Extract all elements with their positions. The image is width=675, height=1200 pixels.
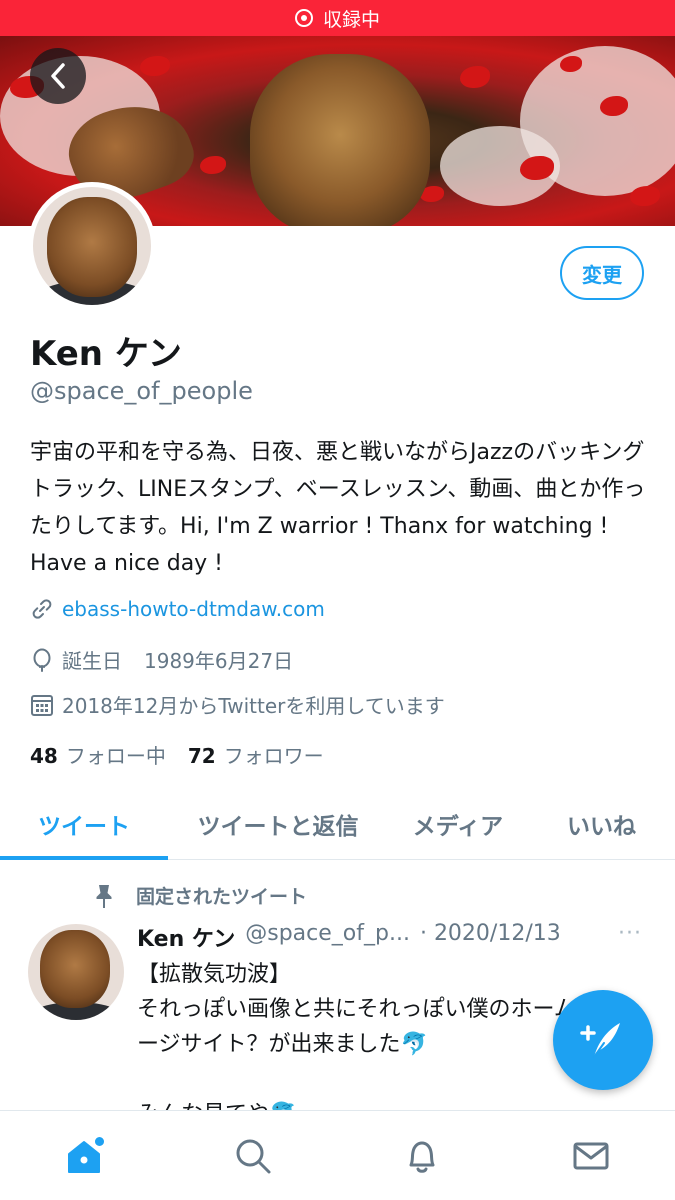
chevron-left-icon (51, 63, 65, 89)
nav-search[interactable] (169, 1111, 338, 1200)
tweet-header: Ken ケン @space_of_p... · 2020/12/13 (137, 921, 561, 953)
website-row: ebass-howto-dtmdaw.com (30, 597, 325, 621)
nav-home-dot (95, 1137, 104, 1146)
tab-tweets[interactable]: ツイート (0, 790, 168, 860)
following-count: 48 (30, 744, 58, 768)
pinned-label: 固定されたツイート (136, 886, 308, 908)
link-icon (30, 597, 54, 621)
tweet-date: · 2020/12/13 (419, 921, 561, 946)
compose-tweet-button[interactable] (553, 990, 653, 1090)
joined-row: 2018年12月からTwitterを利用しています (30, 690, 445, 719)
more-options-icon[interactable]: ··· (618, 921, 642, 946)
nav-messages[interactable] (506, 1111, 675, 1200)
calendar-icon (30, 693, 54, 717)
back-button[interactable] (30, 48, 86, 104)
profile-bio: 宇宙の平和を守る為、日夜、悪と戦いながらJazzのバッキングトラック、LINEス… (30, 440, 646, 576)
followers-label: フォロワー (223, 744, 324, 768)
tab-tweets-and-replies[interactable]: ツイートと返信 (168, 790, 388, 858)
followers-link[interactable]: 72 フォロワー (188, 740, 324, 769)
nav-home[interactable] (0, 1111, 169, 1200)
following-link[interactable]: 48 フォロー中 (30, 740, 166, 769)
tab-media[interactable]: メディア (388, 790, 528, 858)
display-name: Ken ケン (30, 334, 182, 374)
record-icon (294, 9, 313, 27)
search-icon (236, 1139, 271, 1173)
tweet-text: 【拡散気功波】 それっぽい画像と共にそれっぽい僕のホームページサイト？が出来まし… (137, 962, 598, 1127)
joined-date: 2018年12月からTwitterを利用しています (62, 694, 445, 718)
compose-quill-icon (580, 1023, 620, 1058)
profile-avatar[interactable] (28, 182, 156, 310)
birthday-label: 誕生日 (62, 649, 122, 673)
bell-icon (409, 1141, 435, 1173)
tweet-author-handle[interactable]: @space_of_p... (245, 921, 410, 953)
edit-profile-button[interactable]: 変更 (560, 246, 644, 300)
pin-icon (96, 884, 112, 908)
recording-status-bar: 収録中 (0, 0, 675, 36)
followers-count: 72 (187, 744, 216, 768)
recording-label: 収録中 (322, 8, 380, 31)
tweet-author-avatar[interactable] (28, 924, 124, 1020)
birthday-row: 誕生日 1989年6月27日 (30, 645, 293, 674)
pinned-indicator: 固定されたツイート (92, 882, 307, 909)
user-handle: @space_of_people (30, 377, 253, 405)
following-label: フォロー中 (65, 744, 166, 768)
tweet-author-name[interactable]: Ken ケン (137, 921, 235, 953)
birthday-value: 1989年6月27日 (144, 649, 294, 673)
website-link[interactable]: ebass-howto-dtmdaw.com (62, 597, 325, 621)
profile-tabs: ツイート ツイートと返信 メディア いいね (0, 790, 675, 860)
bottom-navigation (0, 1110, 675, 1200)
tab-likes[interactable]: いいね (528, 790, 675, 858)
balloon-icon (30, 648, 54, 672)
mail-icon (573, 1142, 609, 1169)
banner-face (250, 54, 430, 226)
nav-notifications[interactable] (338, 1111, 507, 1200)
follow-stats: 48 フォロー中 72 フォロワー (30, 740, 346, 769)
